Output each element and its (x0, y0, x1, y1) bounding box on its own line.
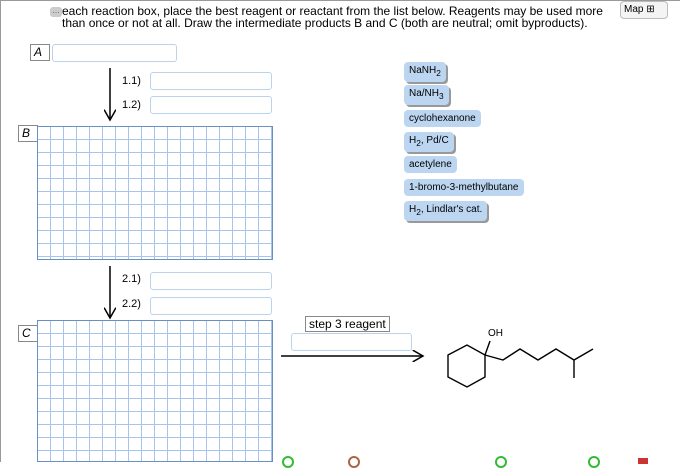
label-b: B (18, 125, 38, 142)
delete-icon[interactable] (638, 458, 648, 464)
step-2-1-label: 2.1) (122, 273, 141, 285)
step-1-2-input[interactable] (150, 96, 272, 114)
reagent-acetylene[interactable]: acetylene (404, 156, 457, 173)
step-2-2-input[interactable] (150, 297, 272, 315)
tool-icon[interactable] (495, 456, 507, 468)
tool-icon[interactable] (348, 456, 360, 468)
step-2-2-label: 2.2) (122, 298, 141, 310)
step-3-input[interactable] (291, 333, 412, 351)
tool-icon[interactable] (588, 456, 600, 468)
label-c: C (18, 325, 38, 342)
step-3-label: step 3 reagent (305, 316, 390, 332)
reagent-na-nh3[interactable]: Na/NH3 (404, 85, 449, 105)
reagent-h2-pdc[interactable]: H2, Pd/C (404, 132, 454, 152)
tool-icon[interactable] (282, 456, 294, 468)
product-structure (447, 340, 594, 388)
drawing-area-c[interactable] (37, 320, 273, 462)
step-1-2-label: 1.2) (122, 99, 141, 111)
reagent-h2-lindlar[interactable]: H2, Lindlar's cat. (404, 201, 488, 221)
step-2-1-input[interactable] (150, 272, 272, 290)
oh-label: OH (488, 328, 503, 339)
step-1-1-input[interactable] (150, 72, 272, 90)
step-1-1-label: 1.1) (122, 75, 141, 87)
reagent-cyclohexanone[interactable]: cyclohexanone (404, 110, 481, 127)
reagent-nanh2[interactable]: NaNH2 (404, 62, 446, 82)
reagent-1-bromo-3-methylbutane[interactable]: 1-bromo-3-methylbutane (404, 179, 524, 196)
drawing-area-b[interactable] (37, 126, 273, 260)
